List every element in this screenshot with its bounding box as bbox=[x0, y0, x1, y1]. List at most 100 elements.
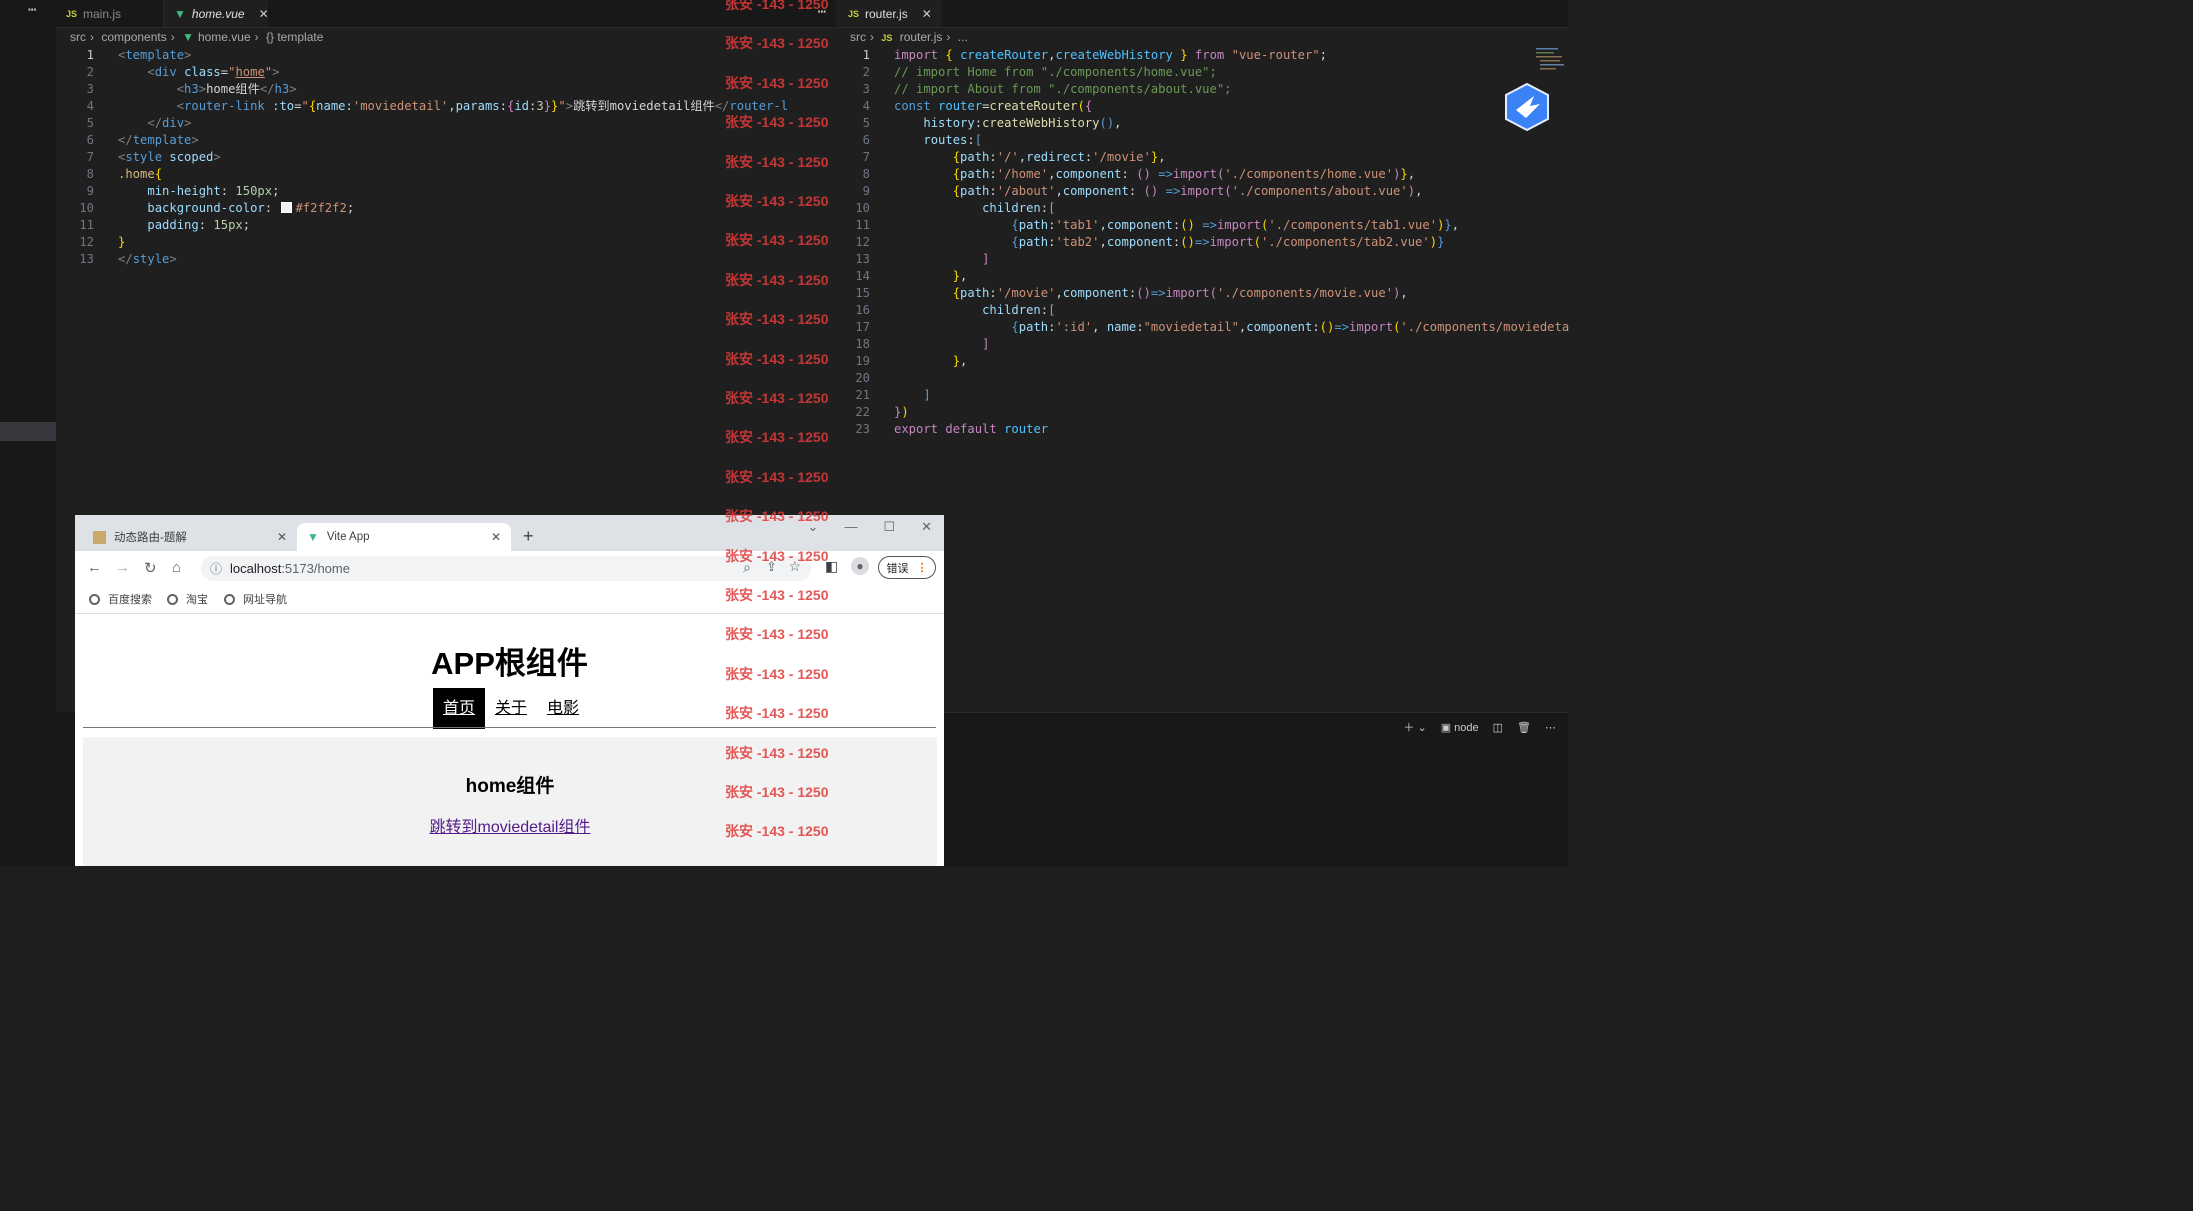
code-editor-router-js[interactable]: 1 import { createRouter,createWebHistory … bbox=[832, 47, 1569, 438]
explorer-selected-row[interactable] bbox=[0, 422, 56, 441]
add-terminal-icon[interactable]: ＋ ⌄ bbox=[1403, 719, 1426, 735]
bookmark-baidu[interactable]: 百度搜索 bbox=[89, 591, 152, 607]
watermark-text: 张安 -143 - 1250 bbox=[725, 271, 829, 288]
watermark-text: 张安 -143 - 1250 bbox=[725, 547, 829, 564]
reload-icon[interactable]: ↻ bbox=[144, 559, 157, 577]
tab-main-js[interactable]: JS main.js bbox=[56, 0, 164, 27]
watermark-text: 张安 -143 - 1250 bbox=[725, 311, 829, 328]
assistant-bird-icon[interactable] bbox=[1504, 82, 1550, 132]
error-button[interactable]: 错误 ⋮ bbox=[878, 556, 936, 579]
nav-link-about[interactable]: 关于 bbox=[485, 688, 537, 729]
code-editor-home-vue[interactable]: 1 <template> 2 <div class="home"> 3 <h3>h… bbox=[56, 47, 788, 268]
breadcrumb: src › JS router.js › ... bbox=[850, 30, 968, 44]
color-swatch[interactable] bbox=[281, 202, 293, 213]
line-number: 5 bbox=[86, 116, 94, 130]
bookmark-taobao[interactable]: 淘宝 bbox=[167, 591, 208, 607]
line-number: 2 bbox=[86, 65, 94, 79]
sidebar-bottom bbox=[0, 712, 75, 866]
breadcrumb-item[interactable]: src bbox=[70, 30, 86, 44]
breadcrumb-item[interactable]: home.vue bbox=[198, 30, 251, 44]
page-favicon-icon bbox=[93, 530, 106, 544]
more-actions-icon[interactable]: ⋯ bbox=[28, 2, 36, 18]
watermark-text: 张安 -143 - 1250 bbox=[725, 468, 829, 485]
profile-avatar-icon[interactable]: ● bbox=[851, 557, 869, 575]
vue-file-icon: ▼ bbox=[182, 30, 194, 44]
watermark-text: 张安 -143 - 1250 bbox=[725, 153, 829, 170]
line-number: 9 bbox=[86, 184, 94, 198]
watermark-text: 张安 -143 - 1250 bbox=[725, 587, 829, 603]
maximize-icon[interactable]: ☐ bbox=[883, 519, 895, 535]
close-icon[interactable]: ✕ bbox=[259, 7, 269, 21]
line-number: 11 bbox=[79, 218, 94, 232]
watermark-column: 张安 -143 - 1250 张安 -143 - 1250 张安 -143 - 12… bbox=[725, 0, 845, 866]
watermark-text: 张安 -143 - 1250 bbox=[725, 784, 829, 800]
line-number: 10 bbox=[79, 201, 94, 215]
watermark-text: 张安 -143 - 1250 bbox=[725, 350, 829, 367]
tab-label: home.vue bbox=[191, 6, 245, 21]
close-window-icon[interactable]: ✕ bbox=[921, 519, 932, 535]
url-path: :5173/home bbox=[281, 561, 350, 576]
back-icon[interactable]: ← bbox=[87, 559, 102, 576]
breadcrumb-item[interactable]: ... bbox=[958, 30, 968, 44]
close-icon[interactable]: ✕ bbox=[277, 530, 287, 544]
line-number: 1 bbox=[86, 48, 94, 62]
app-nav: 首页 关于 电影 bbox=[433, 688, 589, 729]
bookmark-label: 淘宝 bbox=[186, 594, 208, 606]
line-number: 12 bbox=[79, 235, 94, 249]
address-bar[interactable]: ⓘ localhost:5173/home ⌕ ⇪ ☆ bbox=[201, 556, 811, 581]
line-number: 3 bbox=[86, 82, 94, 96]
terminal-label: node bbox=[1454, 721, 1479, 734]
js-file-icon: JS bbox=[66, 8, 78, 19]
js-file-icon: JS bbox=[848, 8, 860, 19]
bookmark-nav[interactable]: 网址导航 bbox=[224, 591, 287, 607]
bookmark-label: 百度搜索 bbox=[108, 594, 152, 606]
minimap[interactable] bbox=[1528, 45, 1568, 75]
watermark-text: 张安 -143 - 1250 bbox=[725, 429, 829, 446]
line-number: 6 bbox=[86, 133, 94, 147]
line-number: 13 bbox=[79, 252, 94, 266]
minimap-preview bbox=[1536, 48, 1564, 70]
line-number: 4 bbox=[86, 99, 94, 113]
vue-logo-icon: ▼ bbox=[307, 530, 319, 544]
forward-icon[interactable]: → bbox=[115, 559, 130, 576]
watermark-text: 张安 -143 - 1250 bbox=[725, 508, 829, 525]
split-terminal-icon[interactable]: ◫ bbox=[1493, 721, 1503, 734]
line-number: 7 bbox=[86, 150, 94, 164]
watermark-text: 张安 -143 - 1250 bbox=[725, 0, 829, 12]
menu-kebab-icon[interactable]: ⋮ bbox=[917, 561, 928, 574]
tab-bar-left: JS main.js ▼ home.vue ✕ ⋯ bbox=[56, 0, 836, 28]
nav-link-movie[interactable]: 电影 bbox=[537, 688, 589, 729]
breadcrumb: src › components › ▼ home.vue › {} template bbox=[70, 30, 324, 44]
globe-icon bbox=[167, 593, 178, 605]
error-button-label: 错误 bbox=[886, 562, 909, 575]
browser-tab-vite-app[interactable]: ▼ Vite App ✕ bbox=[297, 523, 511, 551]
breadcrumb-item[interactable]: {} template bbox=[266, 30, 323, 44]
home-icon[interactable]: ⌂ bbox=[172, 559, 181, 576]
terminal-icon[interactable]: ▣ node bbox=[1441, 721, 1479, 734]
browser-tab-solution[interactable]: 动态路由-题解 ✕ bbox=[83, 523, 297, 551]
minimize-icon[interactable]: — bbox=[844, 519, 857, 535]
breadcrumb-item[interactable]: router.js bbox=[900, 30, 943, 44]
close-icon[interactable]: ✕ bbox=[491, 530, 501, 544]
site-info-icon[interactable]: ⓘ bbox=[210, 560, 222, 577]
tab-label: router.js bbox=[865, 6, 908, 21]
tab-label: main.js bbox=[83, 6, 122, 21]
browser-tab-label: 动态路由-题解 bbox=[114, 532, 187, 544]
trash-icon[interactable]: 🗑 bbox=[1517, 721, 1531, 734]
nav-link-home[interactable]: 首页 bbox=[433, 688, 486, 729]
new-tab-icon[interactable]: + bbox=[523, 526, 534, 547]
watermark-text: 张安 -143 - 1250 bbox=[725, 232, 829, 249]
browser-tab-label: Vite App bbox=[326, 531, 370, 543]
watermark-text: 张安 -143 - 1250 bbox=[725, 705, 829, 722]
more-actions-icon[interactable]: ⋯ bbox=[1545, 721, 1556, 734]
tab-home-vue[interactable]: ▼ home.vue ✕ bbox=[164, 0, 269, 27]
breadcrumb-item[interactable]: components bbox=[101, 30, 166, 44]
tab-router-js[interactable]: JS router.js ✕ bbox=[838, 0, 942, 27]
js-file-icon: JS bbox=[881, 33, 893, 43]
breadcrumb-item[interactable]: src bbox=[850, 30, 866, 44]
watermark-text: 张安 -143 - 1250 bbox=[725, 665, 829, 682]
close-icon[interactable]: ✕ bbox=[922, 7, 932, 21]
globe-icon bbox=[89, 593, 100, 605]
watermark-text: 张安 -143 - 1250 bbox=[725, 193, 829, 209]
watermark-text: 张安 -143 - 1250 bbox=[725, 744, 829, 761]
